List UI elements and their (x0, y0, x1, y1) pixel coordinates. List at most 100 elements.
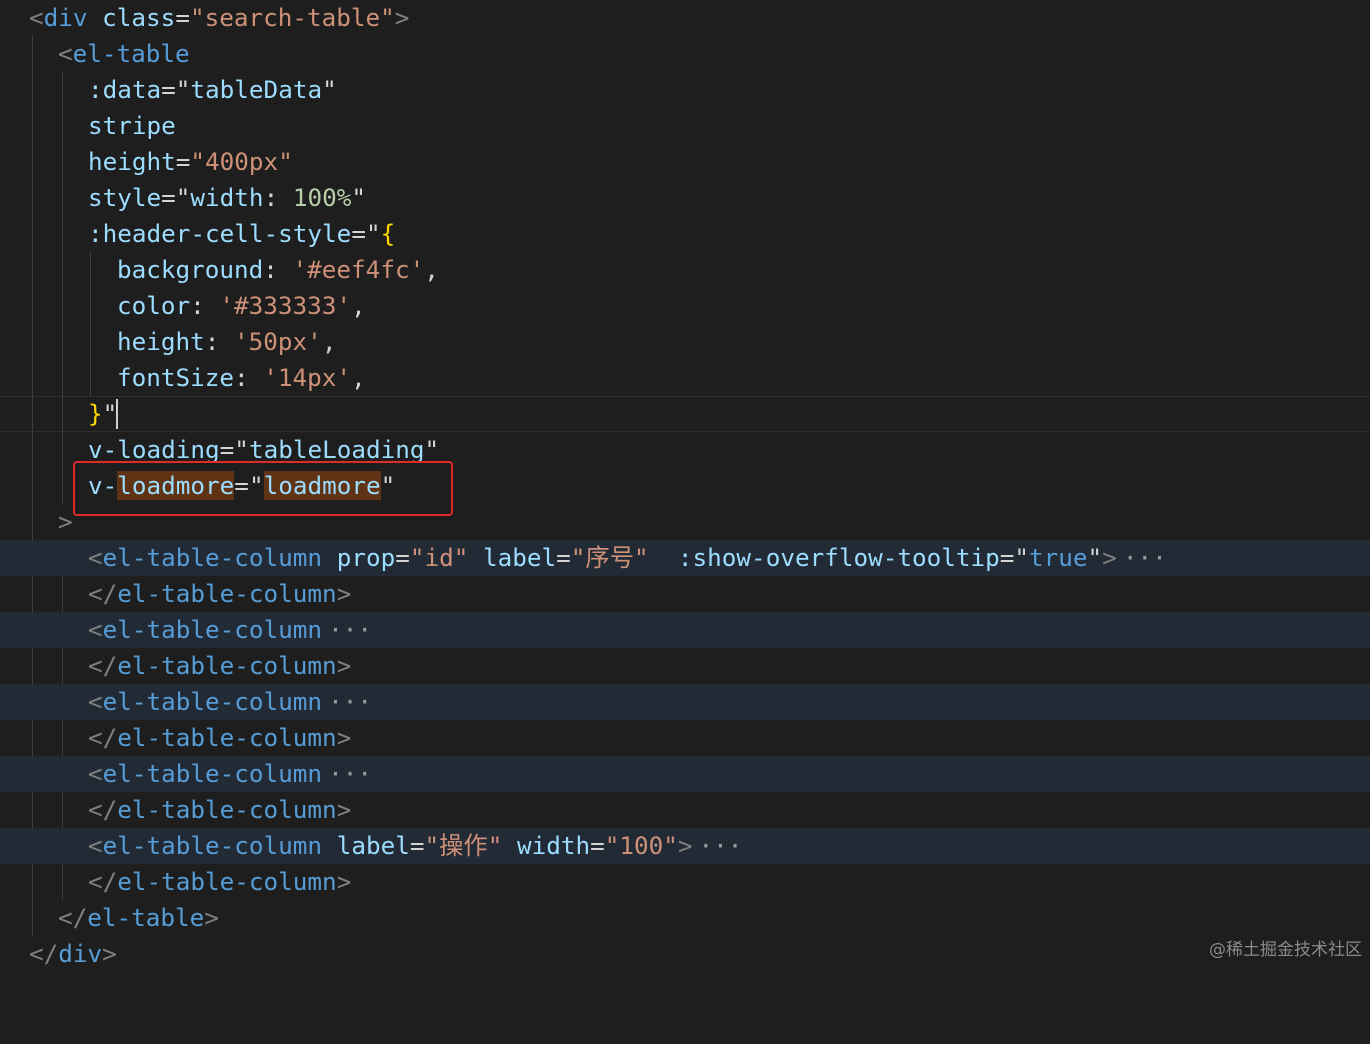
code-line[interactable]: color: '#333333', (0, 288, 1370, 324)
tag-name: el-table-column (117, 579, 337, 608)
attribute-value: "id" (409, 543, 469, 572)
equals: = (161, 75, 176, 104)
code-line[interactable]: <el-table-column label="操作" width="100">… (0, 828, 1370, 864)
tag-bracket: </ (88, 651, 118, 680)
tag-bracket: > (394, 3, 410, 32)
code-line[interactable]: </el-table-column> (0, 720, 1370, 756)
quote: " (175, 183, 191, 212)
tag-bracket: < (88, 759, 103, 788)
code-line[interactable]: <el-table (0, 36, 1370, 72)
tag-bracket: < (88, 831, 103, 860)
tag-bracket: > (336, 723, 352, 752)
attribute-name: height (88, 147, 176, 176)
tag-name: el-table-column (117, 795, 337, 824)
attribute-value: "100" (604, 831, 678, 860)
code-line[interactable]: </el-table> (0, 900, 1370, 936)
code-line[interactable]: :data="tableData" (0, 72, 1370, 108)
tag-bracket: > (336, 651, 352, 680)
colon: : (234, 363, 264, 392)
code-line[interactable]: style="width: 100%" (0, 180, 1370, 216)
tag-bracket: </ (88, 867, 118, 896)
quote: " (322, 75, 337, 104)
code-editor[interactable]: <div class="search-table"> <el-table :da… (0, 0, 1370, 968)
binding-expression: tableLoading (248, 435, 425, 464)
code-line[interactable]: </el-table-column> (0, 648, 1370, 684)
code-line[interactable]: stripe (0, 108, 1370, 144)
code-line[interactable]: </el-table-column> (0, 864, 1370, 900)
equals: = (219, 435, 235, 464)
tag-name: el-table (87, 903, 205, 932)
equals: = (175, 3, 190, 32)
tag-bracket: > (677, 831, 693, 860)
code-line[interactable]: height="400px" (0, 144, 1370, 180)
code-line[interactable]: <el-table-column ··· (0, 612, 1370, 648)
tag-bracket: < (88, 543, 103, 572)
object-key: height (117, 327, 205, 356)
tag-bracket: > (336, 867, 352, 896)
quote: " (424, 435, 440, 464)
code-line[interactable]: </el-table-column> (0, 576, 1370, 612)
watermark: @稀土掘金技术社区 (1209, 940, 1362, 960)
tag-bracket: > (336, 795, 352, 824)
code-line[interactable]: <el-table-column prop="id" label="序号" :s… (0, 540, 1370, 576)
tag-bracket: </ (58, 903, 88, 932)
colon: : (263, 183, 293, 212)
equals: = (395, 543, 410, 572)
equals: = (409, 831, 425, 860)
quote: " (234, 435, 249, 464)
tag-bracket: < (88, 615, 103, 644)
brace: { (380, 219, 396, 248)
tag-name: div (43, 3, 88, 32)
object-key: color (117, 291, 191, 320)
fold-ellipsis-icon[interactable]: ··· (322, 615, 372, 644)
tag-name: el-table (72, 39, 190, 68)
equals: = (175, 147, 191, 176)
tag-bracket: > (1102, 543, 1117, 572)
attribute-name: :data (88, 75, 162, 104)
tag-name: el-table-column (102, 759, 323, 788)
attribute-name: v-loading (88, 435, 220, 464)
quote: " (1014, 543, 1030, 572)
comma: , (424, 255, 439, 284)
fold-ellipsis-icon[interactable]: ··· (693, 831, 743, 860)
attribute-name: label (483, 543, 557, 572)
string-value: '14px' (263, 363, 352, 392)
fold-ellipsis-icon[interactable]: ··· (322, 759, 372, 788)
attribute-value: "操作" (424, 831, 503, 860)
fold-ellipsis-icon[interactable]: ··· (1117, 543, 1167, 572)
quote: " (1087, 543, 1103, 572)
binding-expression: tableData (190, 75, 323, 104)
code-line[interactable]: <el-table-column ··· (0, 756, 1370, 792)
attribute-value: "序号" (570, 543, 649, 572)
code-line[interactable]: </el-table-column> (0, 792, 1370, 828)
attribute-name: prop (336, 543, 396, 572)
tag-name: el-table-column (102, 543, 323, 572)
string-value: '50px' (234, 327, 322, 356)
tag-name: el-table-column (102, 687, 323, 716)
code-line[interactable]: </div> (0, 936, 1370, 972)
css-property: width (190, 183, 264, 212)
boolean-value: true (1029, 543, 1088, 572)
attribute-name: stripe (88, 111, 176, 140)
equals: = (351, 219, 366, 248)
code-line[interactable]: }" (0, 396, 1370, 432)
tag-bracket: < (88, 687, 103, 716)
tag-name: div (58, 939, 103, 968)
tag-name: el-table-column (117, 651, 337, 680)
equals: = (999, 543, 1015, 572)
equals: = (590, 831, 605, 860)
object-key: background (117, 255, 264, 284)
code-line[interactable]: fontSize: '14px', (0, 360, 1370, 396)
code-line[interactable]: height: '50px', (0, 324, 1370, 360)
code-line[interactable]: <div class="search-table"> (0, 0, 1370, 36)
object-key: fontSize (117, 363, 235, 392)
tag-bracket: > (336, 579, 352, 608)
code-line[interactable]: background: '#eef4fc', (0, 252, 1370, 288)
code-line[interactable]: :header-cell-style="{ (0, 216, 1370, 252)
string-value: '#eef4fc' (292, 255, 425, 284)
colon: : (204, 327, 235, 356)
fold-ellipsis-icon[interactable]: ··· (322, 687, 372, 716)
tag-bracket: < (29, 3, 44, 32)
code-line[interactable]: <el-table-column ··· (0, 684, 1370, 720)
quote: " (351, 183, 366, 212)
